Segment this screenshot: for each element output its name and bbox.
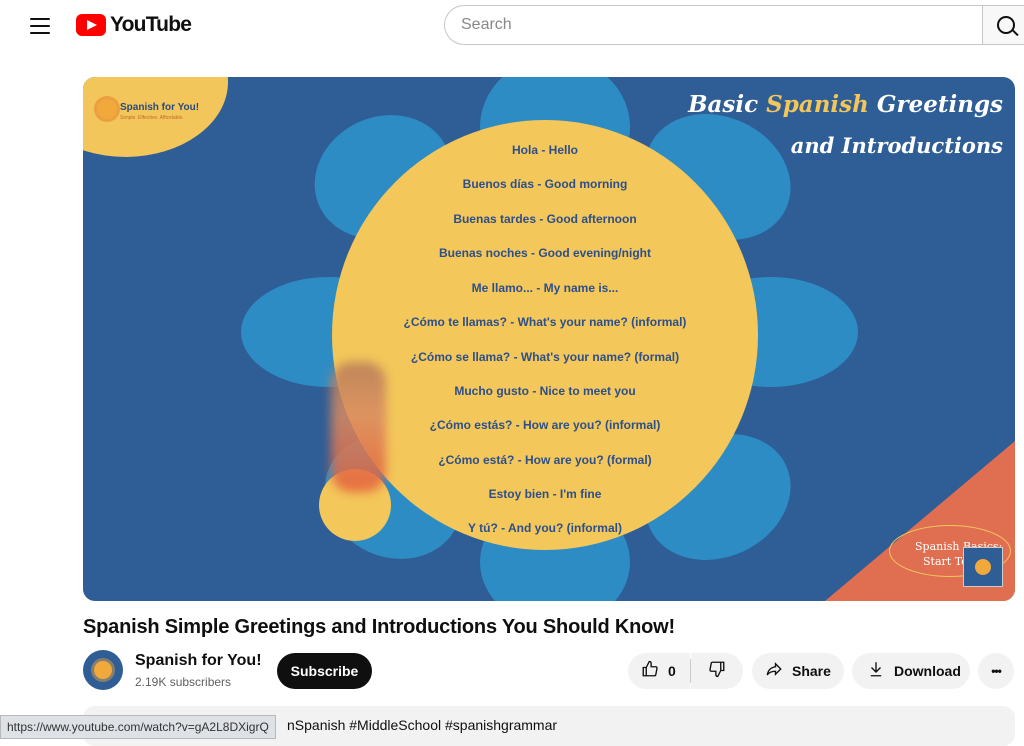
search-icon — [997, 16, 1015, 34]
phrase-item: Buenos días - Good morning — [462, 177, 628, 191]
series-badge-line2: Start To — [923, 555, 968, 568]
search-button[interactable] — [982, 5, 1024, 45]
phrase-item: Y tú? - And you? (informal) — [468, 521, 622, 535]
dislike-button[interactable] — [691, 653, 743, 689]
overlay-title-line2: and Introductions — [790, 133, 1003, 158]
search-input[interactable] — [444, 5, 983, 45]
sun-logo-icon — [97, 99, 117, 119]
channel-name[interactable]: Spanish for You! — [135, 652, 262, 670]
brand-tagline: Simple. Effective. Affordable. — [120, 115, 184, 121]
youtube-logo[interactable]: YouTube — [76, 12, 192, 38]
phrase-item: ¿Cómo está? - How are you? (formal) — [438, 453, 652, 467]
phrase-circle: Hola - Hello Buenos días - Good morning … — [332, 120, 758, 550]
subscribe-button[interactable]: Subscribe — [277, 653, 372, 689]
channel-avatar[interactable] — [83, 650, 123, 690]
like-button[interactable]: 0 — [628, 653, 690, 689]
phrase-item: ¿Cómo estás? - How are you? (informal) — [429, 418, 661, 432]
more-icon: ••• — [991, 664, 1002, 678]
channel-watermark[interactable] — [963, 547, 1003, 587]
blurred-figure — [331, 362, 386, 492]
brand-name: Spanish for You! — [120, 102, 200, 113]
download-icon — [866, 660, 886, 683]
like-count: 0 — [668, 663, 676, 679]
description-hashtags[interactable]: nSpanish #MiddleSchool #spanishgrammar — [287, 717, 557, 733]
phrase-item: ¿Cómo te llamas? - What's your name? (in… — [403, 315, 687, 329]
thumbs-up-icon — [640, 660, 660, 683]
video-player[interactable]: Spanish for You! Simple. Effective. Affo… — [83, 77, 1015, 601]
phrase-item: Mucho gusto - Nice to meet you — [454, 384, 636, 398]
youtube-play-icon — [76, 14, 106, 36]
phrase-item: Estoy bien - I'm fine — [488, 487, 602, 501]
download-button[interactable]: Download — [852, 653, 970, 689]
phrase-item: Hola - Hello — [511, 143, 578, 157]
link-status-bar: https://www.youtube.com/watch?v=gA2L8DXi… — [0, 715, 276, 739]
logo-wordmark: YouTube — [110, 13, 192, 36]
download-label: Download — [894, 663, 961, 679]
share-button[interactable]: Share — [752, 653, 844, 689]
phrase-item: Buenas tardes - Good afternoon — [453, 212, 637, 226]
overlay-title-line1: Basic Spanish Greetings — [688, 91, 1003, 118]
more-actions-button[interactable]: ••• — [978, 653, 1014, 689]
phrase-item: Me llamo... - My name is... — [471, 281, 619, 295]
share-label: Share — [792, 663, 831, 679]
menu-icon[interactable] — [22, 12, 58, 40]
share-icon — [764, 660, 784, 683]
phrase-item: ¿Cómo se llama? - What's your name? (for… — [410, 350, 680, 364]
video-title: Spanish Simple Greetings and Introductio… — [83, 616, 675, 638]
phrase-item: Buenas noches - Good evening/night — [438, 246, 651, 260]
subscriber-count: 2.19K subscribers — [135, 675, 232, 689]
thumbs-down-icon — [707, 660, 727, 683]
